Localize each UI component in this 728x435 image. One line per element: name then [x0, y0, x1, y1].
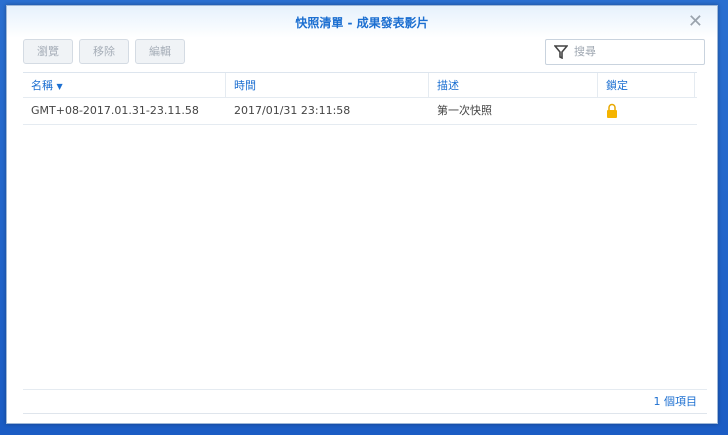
snapshot-list-window: 快照清單 - 成果發表影片 ✕ 瀏覽 移除 編輯 搜尋 名稱 ▼ 時間 描述 鎖…: [6, 5, 718, 424]
window-title: 快照清單 - 成果發表影片: [295, 16, 429, 30]
search-placeholder: 搜尋: [574, 45, 596, 58]
lock-icon: [607, 103, 617, 118]
cell-locked: [598, 98, 695, 124]
sort-desc-icon: ▼: [56, 82, 63, 91]
column-name[interactable]: 名稱 ▼: [23, 73, 226, 97]
remove-button[interactable]: 移除: [79, 39, 129, 64]
table-header: 名稱 ▼ 時間 描述 鎖定: [23, 72, 697, 98]
column-label: 名稱: [31, 79, 53, 92]
column-time[interactable]: 時間: [226, 73, 429, 97]
browse-button[interactable]: 瀏覽: [23, 39, 73, 64]
edit-button[interactable]: 編輯: [135, 39, 185, 64]
title-bar: 快照清單 - 成果發表影片 ✕: [7, 6, 717, 38]
table-row[interactable]: GMT+08-2017.01.31-23.11.58 2017/01/31 23…: [23, 98, 697, 125]
item-count: 1 個項目: [23, 389, 707, 414]
cell-time: 2017/01/31 23:11:58: [234, 104, 351, 117]
cell-name: GMT+08-2017.01.31-23.11.58: [31, 104, 199, 117]
toolbar: 瀏覽 移除 編輯 搜尋: [23, 39, 705, 65]
column-locked[interactable]: 鎖定: [598, 73, 695, 97]
column-description[interactable]: 描述: [429, 73, 598, 97]
search-input[interactable]: 搜尋: [545, 39, 705, 65]
filter-icon: [554, 45, 568, 59]
cell-description: 第一次快照: [437, 104, 492, 117]
snapshot-table: 名稱 ▼ 時間 描述 鎖定 GMT+08-2017.01.31-23.11.58…: [23, 72, 697, 125]
close-icon[interactable]: ✕: [688, 6, 703, 38]
